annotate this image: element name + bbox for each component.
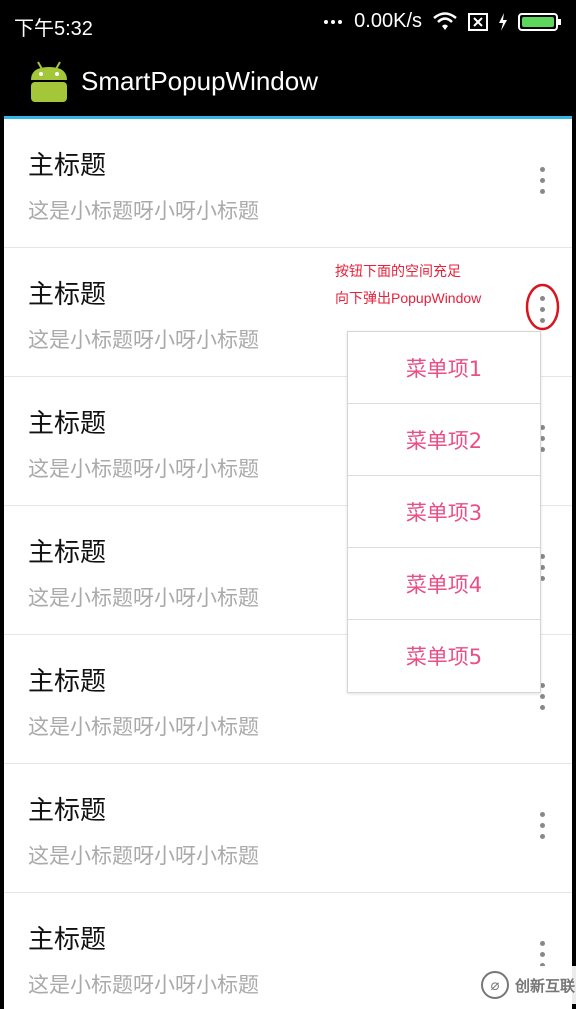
item-title: 主标题 <box>28 925 107 955</box>
action-bar: SmartPopupWindow <box>4 46 572 116</box>
battery-icon <box>518 12 561 31</box>
annotation-line-2: 向下弹出PopupWindow <box>335 290 482 306</box>
list-item[interactable]: 主标题 这是小标题呀小呀小标题 <box>4 764 572 893</box>
annotation-line-1: 按钮下面的空间充足 <box>335 263 461 279</box>
popup-menu: 菜单项1 菜单项2 菜单项3 菜单项4 菜单项5 <box>347 331 541 693</box>
more-dots-icon <box>324 19 343 24</box>
popup-menu-item[interactable]: 菜单项4 <box>348 548 540 620</box>
watermark: ⌀ 创新互联 <box>476 966 576 1004</box>
item-subtitle: 这是小标题呀小呀小标题 <box>28 973 259 997</box>
charging-bolt-icon <box>499 12 507 31</box>
watermark-text: 创新互联 <box>515 976 576 995</box>
status-bar: 下午5:32 0.00K/s <box>0 0 576 46</box>
popup-menu-item[interactable]: 菜单项2 <box>348 404 540 476</box>
status-icons: 0.00K/s <box>324 10 562 33</box>
item-title: 主标题 <box>28 796 107 826</box>
item-subtitle: 这是小标题呀小呀小标题 <box>28 715 259 739</box>
popup-menu-item[interactable]: 菜单项3 <box>348 476 540 548</box>
status-time: 下午5:32 <box>14 18 93 40</box>
watermark-logo-icon: ⌀ <box>481 971 509 999</box>
item-title: 主标题 <box>28 667 107 697</box>
annotation-circle <box>525 283 560 331</box>
sim-close-icon <box>468 12 488 31</box>
popup-menu-item[interactable]: 菜单项5 <box>348 620 540 691</box>
item-title: 主标题 <box>28 151 107 181</box>
network-speed: 0.00K/s <box>354 10 422 32</box>
item-subtitle: 这是小标题呀小呀小标题 <box>28 328 259 352</box>
overflow-menu-icon[interactable] <box>536 812 548 846</box>
popup-menu-item[interactable]: 菜单项1 <box>348 332 540 404</box>
item-subtitle: 这是小标题呀小呀小标题 <box>28 844 259 868</box>
list-item[interactable]: 主标题 这是小标题呀小呀小标题 <box>4 119 572 248</box>
annotation-text: 按钮下面的空间充足 向下弹出PopupWindow <box>335 258 481 312</box>
app-title: SmartPopupWindow <box>81 66 318 96</box>
wifi-icon <box>433 11 457 30</box>
item-title: 主标题 <box>28 409 107 439</box>
item-subtitle: 这是小标题呀小呀小标题 <box>28 457 259 481</box>
overflow-menu-icon[interactable] <box>536 167 548 201</box>
item-title: 主标题 <box>28 280 107 310</box>
android-icon <box>31 61 67 102</box>
item-title: 主标题 <box>28 538 107 568</box>
item-subtitle: 这是小标题呀小呀小标题 <box>28 199 259 223</box>
item-subtitle: 这是小标题呀小呀小标题 <box>28 586 259 610</box>
